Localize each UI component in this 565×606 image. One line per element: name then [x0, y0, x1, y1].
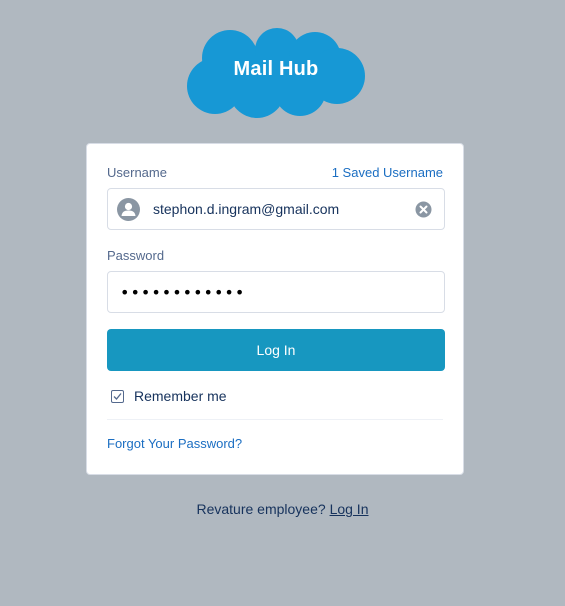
user-avatar-icon — [117, 198, 140, 221]
password-field[interactable] — [107, 271, 445, 313]
remember-me[interactable]: Remember me — [111, 388, 227, 404]
saved-username-link[interactable]: 1 Saved Username — [332, 165, 443, 180]
login-card: Username 1 Saved Username stephon.d.ingr… — [86, 143, 464, 475]
password-label-row: Password — [107, 248, 443, 263]
username-field[interactable]: stephon.d.ingram@gmail.com — [107, 188, 445, 230]
checkmark-icon — [113, 392, 122, 400]
username-label-row: Username 1 Saved Username — [107, 165, 443, 180]
username-value: stephon.d.ingram@gmail.com — [153, 201, 340, 217]
mail-hub-logo: Mail Hub — [185, 28, 367, 120]
remember-checkbox[interactable] — [111, 389, 124, 403]
remember-label: Remember me — [134, 388, 227, 404]
divider — [107, 419, 443, 420]
username-label: Username — [107, 165, 167, 180]
login-button[interactable]: Log In — [107, 329, 445, 371]
footer: Revature employee? Log In — [0, 501, 565, 517]
forgot-password-link[interactable]: Forgot Your Password? — [107, 436, 242, 451]
footer-login-link[interactable]: Log In — [330, 501, 369, 517]
clear-icon[interactable] — [415, 201, 432, 218]
password-label: Password — [107, 248, 165, 263]
logo-text: Mail Hub — [233, 58, 319, 80]
password-input[interactable] — [108, 272, 444, 312]
footer-prompt: Revature employee? — [196, 501, 326, 517]
